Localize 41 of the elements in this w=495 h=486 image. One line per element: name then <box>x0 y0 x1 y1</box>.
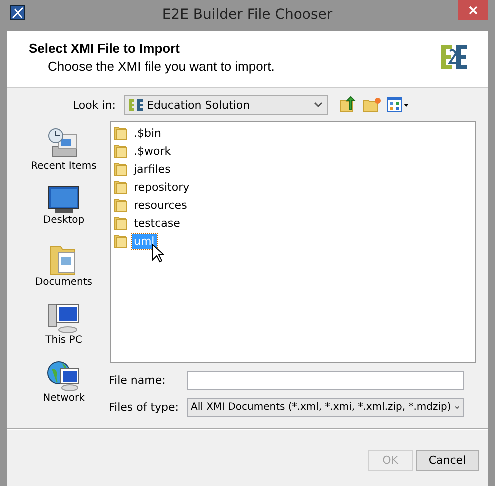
close-icon <box>468 6 478 14</box>
folder-icon <box>114 215 128 231</box>
file-type-label: Files of type: <box>109 401 180 414</box>
file-name-field[interactable] <box>187 371 464 390</box>
place-item[interactable]: Network <box>43 357 85 413</box>
file-item[interactable]: .$work <box>132 144 174 158</box>
header-title: Select XMI File to Import <box>29 41 181 56</box>
file-type-dropdown[interactable]: All XMI Documents (*.xml, *.xmi, *.xml.zip, *.mdzip) <box>187 398 464 417</box>
place-item[interactable]: Documents <box>35 241 93 297</box>
file-item[interactable]: resources <box>132 198 190 212</box>
folder-icon <box>114 125 128 141</box>
folder-icon <box>114 179 128 195</box>
globe-computer-icon <box>46 359 81 393</box>
file-name-label: File name: <box>109 374 167 387</box>
view-menu-icon[interactable] <box>387 97 409 113</box>
folder-icon <box>114 161 128 177</box>
chevron-down-icon <box>314 102 323 108</box>
window-title: E2E Builder File Chooser <box>161 6 334 22</box>
place-item[interactable]: Recent Items <box>31 125 97 181</box>
folder-icon <box>114 233 128 249</box>
place-item[interactable]: This PC <box>46 299 82 355</box>
look-in-label: Look in: <box>73 98 116 112</box>
file-item[interactable]: repository <box>132 180 192 194</box>
place-item[interactable]: Desktop <box>43 183 85 239</box>
project-icon <box>129 98 143 112</box>
file-item[interactable]: testcase <box>132 216 182 230</box>
cancel-button[interactable]: Cancel <box>416 450 479 470</box>
file-item[interactable]: .$bin <box>132 126 164 140</box>
monitor-icon <box>47 185 81 215</box>
up-folder-icon[interactable] <box>340 96 358 114</box>
folder-icon <box>114 143 128 159</box>
logo-icon <box>440 44 468 70</box>
new-folder-icon[interactable] <box>363 97 382 113</box>
folder-icon <box>114 197 128 213</box>
header-subtitle: Choose the XMI file you want to import. <box>48 59 275 74</box>
app-icon <box>10 5 26 21</box>
file-item[interactable]: jarfiles <box>132 162 173 176</box>
close-button[interactable] <box>458 0 488 20</box>
chevron-down-icon <box>455 404 460 410</box>
pointer-cursor-icon <box>152 244 164 263</box>
look-in-dropdown[interactable]: Education Solution <box>124 95 328 115</box>
